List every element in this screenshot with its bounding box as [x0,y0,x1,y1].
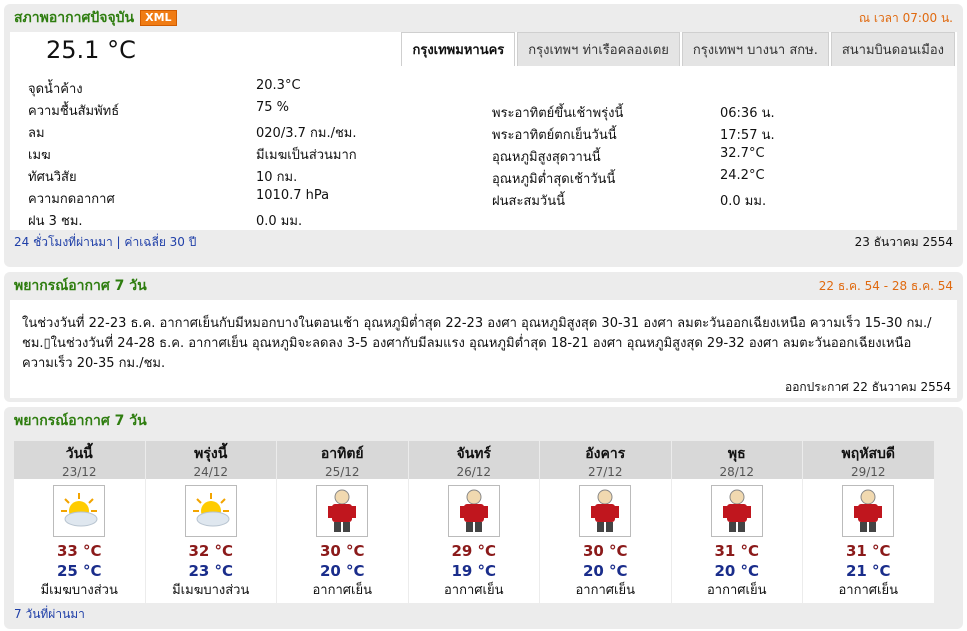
day-date: 25/12 [324,465,360,479]
cold-person-icon [447,485,500,537]
wind-label: ลม [28,126,45,141]
low-temp: 20 °C [582,562,628,580]
cold-person-icon [710,485,763,537]
humidity-value: 75 % [256,100,290,115]
condition-text: อากาศเย็น [838,583,898,598]
low-temp: 23 °C [188,562,234,580]
current-weather-title: สภาพอากาศปัจจุบัน [14,10,135,26]
condition-text: อากาศเย็น [707,583,767,598]
high-temp: 30 °C [319,542,365,560]
low-temp: 20 °C [319,562,365,580]
high-temp: 33 °C [56,542,102,560]
forecast-text-panel: พยากรณ์อากาศ 7 วัน 22 ธ.ค. 54 - 28 ธ.ค. … [4,272,963,402]
sunset-label: พระอาทิตย์ตกเย็นวันนี้ [492,128,617,143]
forecast-description: ในช่วงวันที่ 22-23 ธ.ค. อากาศเย็นกับมีหม… [10,300,957,378]
low-temp: 21 °C [845,562,891,580]
day-date: 26/12 [456,465,492,479]
high-temp: 29 °C [451,542,497,560]
sunset-value: 17:57 น. [720,128,775,143]
issued-date: ออกประกาศ 22 ธันวาคม 2554 [10,378,957,398]
avg-30y-link[interactable]: ค่าเฉลี่ย 30 ปี [124,235,196,249]
report-date: 23 ธันวาคม 2554 [854,234,953,249]
day-name: พุธ [727,446,746,462]
condition-text: มีเมฆบางส่วน [172,583,250,598]
current-temperature: 25.1 °C [46,36,136,64]
day-name: พฤหัสบดี [841,446,895,462]
cold-person-icon [842,485,895,537]
past-7-days-link[interactable]: 7 วันที่ผ่านมา [14,607,85,621]
day-date: 27/12 [587,465,623,479]
station-tabs: กรุงเทพมหานคร กรุงเทพฯ ท่าเรือคลองเตย กร… [399,32,955,66]
cloud-value: มีเมฆเป็นส่วนมาก [256,148,357,163]
low-temp: 25 °C [56,562,102,580]
condition-text: อากาศเย็น [575,583,635,598]
max-yesterday-label: อุณหภูมิสูงสุดวานนี้ [492,150,601,165]
high-temp: 30 °C [582,542,628,560]
tab-khlong-toei-port[interactable]: กรุงเทพฯ ท่าเรือคลองเตย [517,32,680,66]
pressure-label: ความกดอากาศ [28,192,115,207]
visibility-label: ทัศนวิสัย [28,170,77,185]
wind-value: 020/3.7 กม./ชม. [256,126,357,141]
current-weather-panel: สภาพอากาศปัจจุบัน XML ณ เวลา 07:00 น. 25… [4,4,963,267]
forecast-day: พรุ่งนี้ 24/12 32 °C 23 °C มีเมฆบางส่วน [145,441,277,603]
day-date: 24/12 [193,465,229,479]
seven-day-panel: พยากรณ์อากาศ 7 วัน วันนี้ 23/12 33 °C 25 … [4,407,963,629]
forecast-day: อาทิตย์ 25/12 30 °C 20 °C อากาศเย็น [277,441,409,603]
cloud-label: เมฆ [28,148,51,163]
current-weather-header: สภาพอากาศปัจจุบัน XML ณ เวลา 07:00 น. [4,4,963,32]
partly-cloudy-icon [53,485,106,537]
xml-badge[interactable]: XML [140,10,177,26]
cold-person-icon [579,485,632,537]
low-temp: 20 °C [714,562,760,580]
condition-text: อากาศเย็น [444,583,504,598]
dewpoint-value: 20.3°C [256,78,301,93]
seven-day-title: พยากรณ์อากาศ 7 วัน [14,413,147,429]
pressure-value: 1010.7 hPa [256,188,330,203]
cold-person-icon [316,485,369,537]
tab-bang-na[interactable]: กรุงเทพฯ บางนา สกษ. [681,32,829,66]
day-name: อาทิตย์ [320,446,364,462]
forecast-day: พุธ 28/12 31 °C 20 °C อากาศเย็น [671,441,803,603]
high-temp: 31 °C [845,542,891,560]
humidity-label: ความชื้นสัมพัทธ์ [28,104,120,119]
day-name: วันนี้ [65,446,93,462]
tab-don-mueang-airport[interactable]: สนามบินดอนเมือง [830,32,955,66]
day-name: อังคาร [585,446,626,462]
forecast-day: พฤหัสบดี 29/12 31 °C 21 °C อากาศเย็น [803,441,935,603]
forecast-days-row: วันนี้ 23/12 33 °C 25 °C มีเมฆบางส่วน พรุ… [14,441,957,603]
rain-today-label: ฝนสะสมวันนี้ [492,194,565,209]
forecast-day: จันทร์ 26/12 29 °C 19 °C อากาศเย็น [408,441,540,603]
condition-text: มีเมฆบางส่วน [40,583,118,598]
low-temp: 19 °C [451,562,497,580]
day-date: 29/12 [850,465,886,479]
forecast-day: วันนี้ 23/12 33 °C 25 °C มีเมฆบางส่วน [14,441,146,603]
sunrise-value: 06:36 น. [720,106,775,121]
tab-bangkok[interactable]: กรุงเทพมหานคร [401,32,516,66]
rain-3h-value: 0.0 มม. [256,214,303,229]
observation-time: ณ เวลา 07:00 น. [858,10,953,25]
high-temp: 31 °C [714,542,760,560]
rain-3h-label: ฝน 3 ชม. [28,214,83,229]
sunrise-label: พระอาทิตย์ขึ้นเช้าพรุ่งนี้ [492,106,624,121]
day-date: 23/12 [61,465,97,479]
dewpoint-label: จุดน้ำค้าง [28,82,83,97]
min-today-label: อุณหภูมิต่ำสุดเช้าวันนี้ [492,172,616,187]
forecast-day: อังคาร 27/12 30 °C 20 °C อากาศเย็น [540,441,672,603]
forecast-text-title: พยากรณ์อากาศ 7 วัน [14,278,147,294]
past-24h-link[interactable]: 24 ชั่วโมงที่ผ่านมา [14,235,113,249]
visibility-value: 10 กม. [256,170,298,185]
day-name: พรุ่งนี้ [194,446,228,462]
forecast-range: 22 ธ.ค. 54 - 28 ธ.ค. 54 [818,278,953,293]
day-name: จันทร์ [456,446,492,462]
link-separator: | [116,234,121,249]
max-yesterday-value: 32.7°C [720,146,765,161]
weather-details: จุดน้ำค้าง 20.3°C ความชื้นสัมพัทธ์ 75 % … [10,68,957,230]
rain-today-value: 0.0 มม. [720,194,767,209]
min-today-value: 24.2°C [720,168,765,183]
partly-cloudy-icon [184,485,237,537]
condition-text: อากาศเย็น [312,583,372,598]
high-temp: 32 °C [188,542,234,560]
day-date: 28/12 [719,465,755,479]
